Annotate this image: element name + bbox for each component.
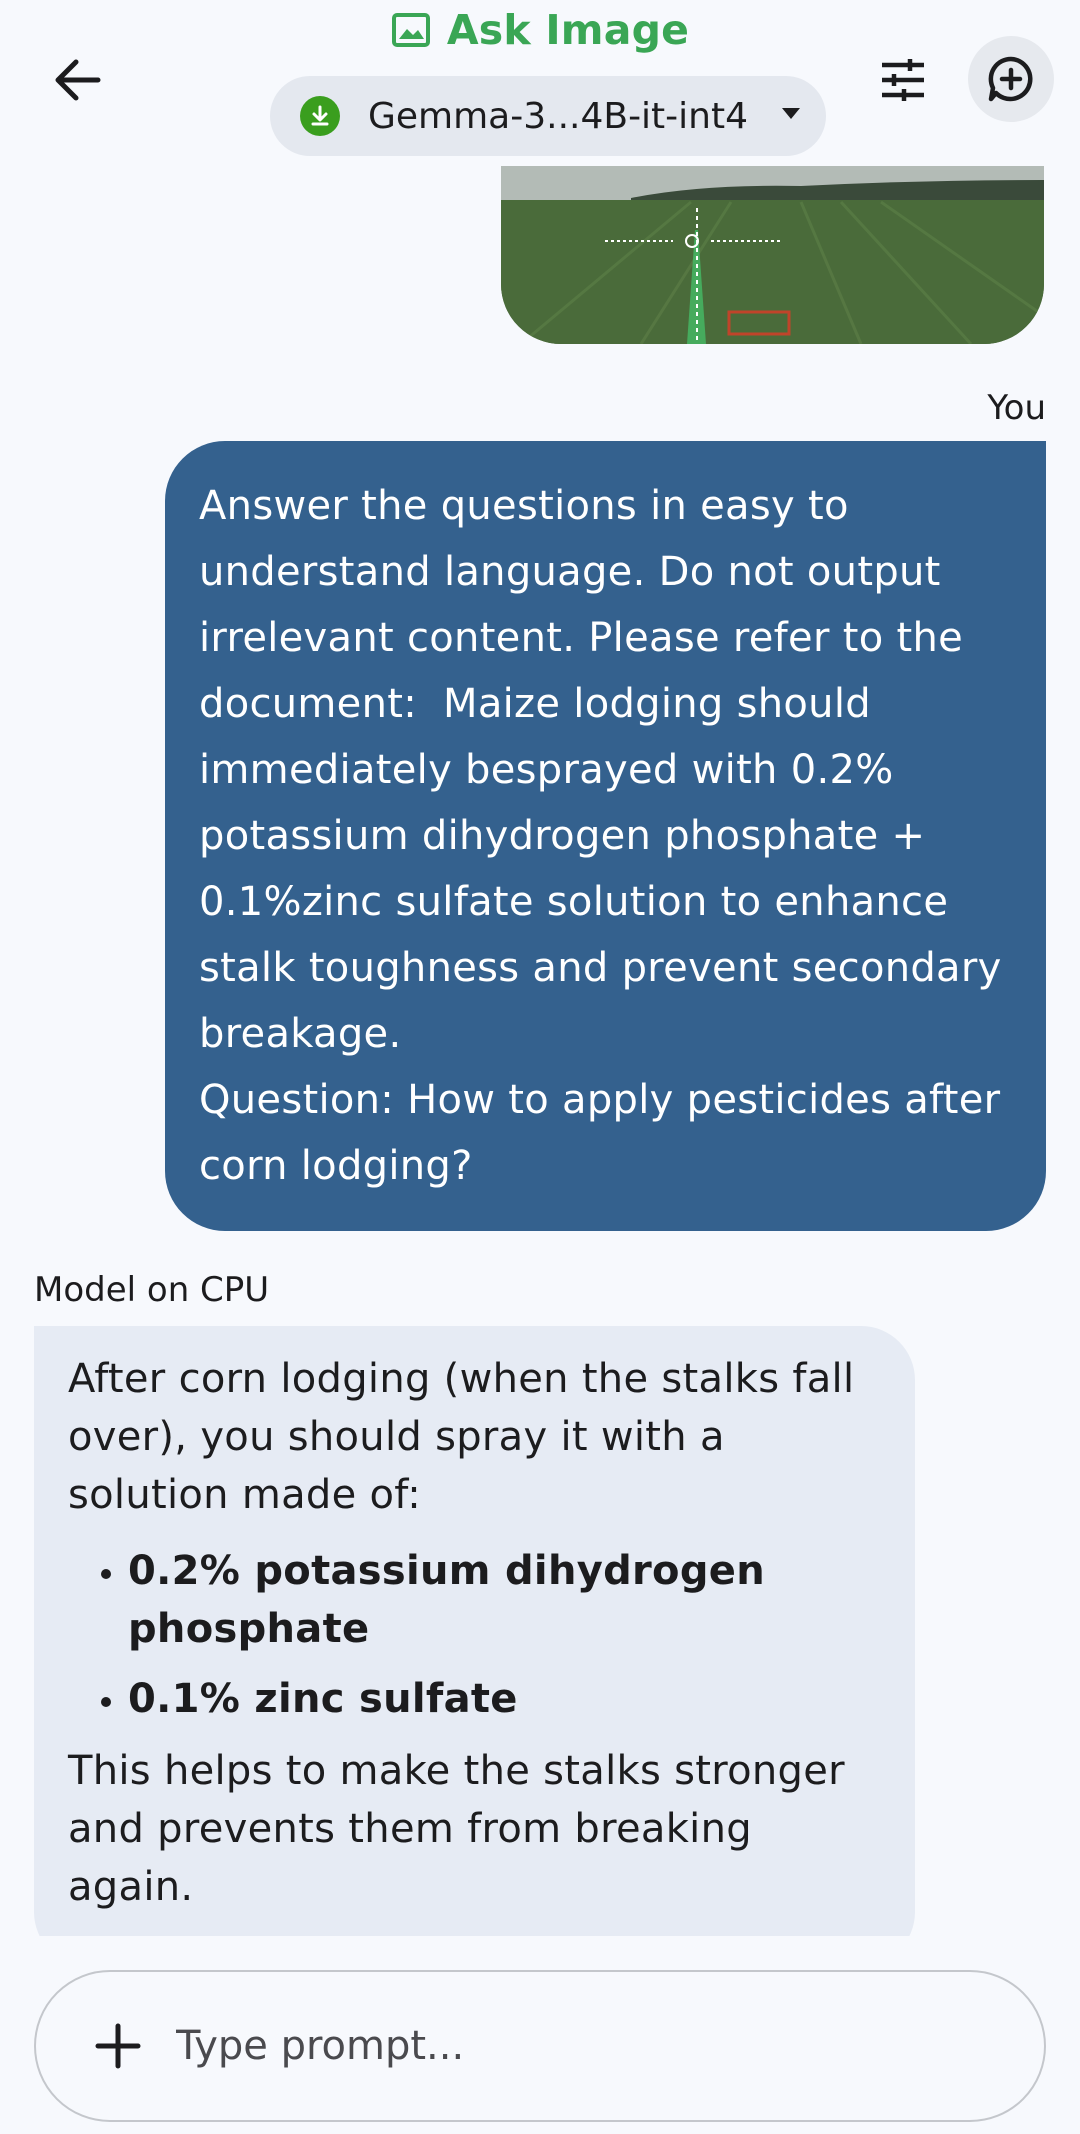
screen-title: Ask Image — [0, 6, 1080, 54]
model-intro-text: After corn lodging (when the stalks fall… — [68, 1356, 855, 1518]
chat-thread[interactable]: You Answer the questions in easy to unde… — [0, 166, 1080, 1936]
image-icon — [391, 13, 430, 47]
model-response-bubble: After corn lodging (when the stalks fall… — [34, 1326, 915, 1936]
page-title: Ask Image — [446, 6, 690, 54]
download-icon — [300, 96, 340, 136]
back-button[interactable] — [40, 48, 116, 112]
model-bullet-list: 0.2% potassium dihydrogen phosphate 0.1%… — [68, 1542, 885, 1728]
list-item: 0.1% zinc sulfate — [128, 1670, 885, 1728]
model-name: Gemma-3...4B-it-int4 — [368, 95, 749, 137]
user-message-bubble: Answer the questions in easy to understa… — [165, 441, 1046, 1231]
model-sender-label: Model on CPU — [34, 1270, 270, 1310]
model-outro-text: This helps to make the stalks stronger a… — [68, 1748, 845, 1910]
model-selector[interactable]: Gemma-3...4B-it-int4 — [270, 76, 826, 156]
chat-add-icon — [988, 56, 1033, 102]
user-message-text: Answer the questions in easy to understa… — [199, 483, 1002, 1189]
plus-icon — [95, 2023, 141, 2069]
add-attachment-button[interactable] — [78, 2006, 158, 2086]
tune-icon — [882, 59, 924, 101]
field-photo — [501, 166, 1044, 344]
chevron-down-icon — [782, 108, 800, 119]
prompt-bar — [34, 1970, 1046, 2122]
top-app-bar: Ask Image Gemma-3...4B-it-int4 — [0, 0, 1080, 166]
list-item: 0.2% potassium dihydrogen phosphate — [128, 1542, 885, 1658]
prompt-input[interactable] — [176, 2006, 996, 2086]
user-sender-label: You — [987, 388, 1046, 428]
new-chat-button[interactable] — [968, 36, 1054, 122]
attached-image[interactable] — [501, 166, 1044, 344]
arrow-left-icon — [55, 59, 101, 101]
settings-button[interactable] — [868, 48, 938, 112]
